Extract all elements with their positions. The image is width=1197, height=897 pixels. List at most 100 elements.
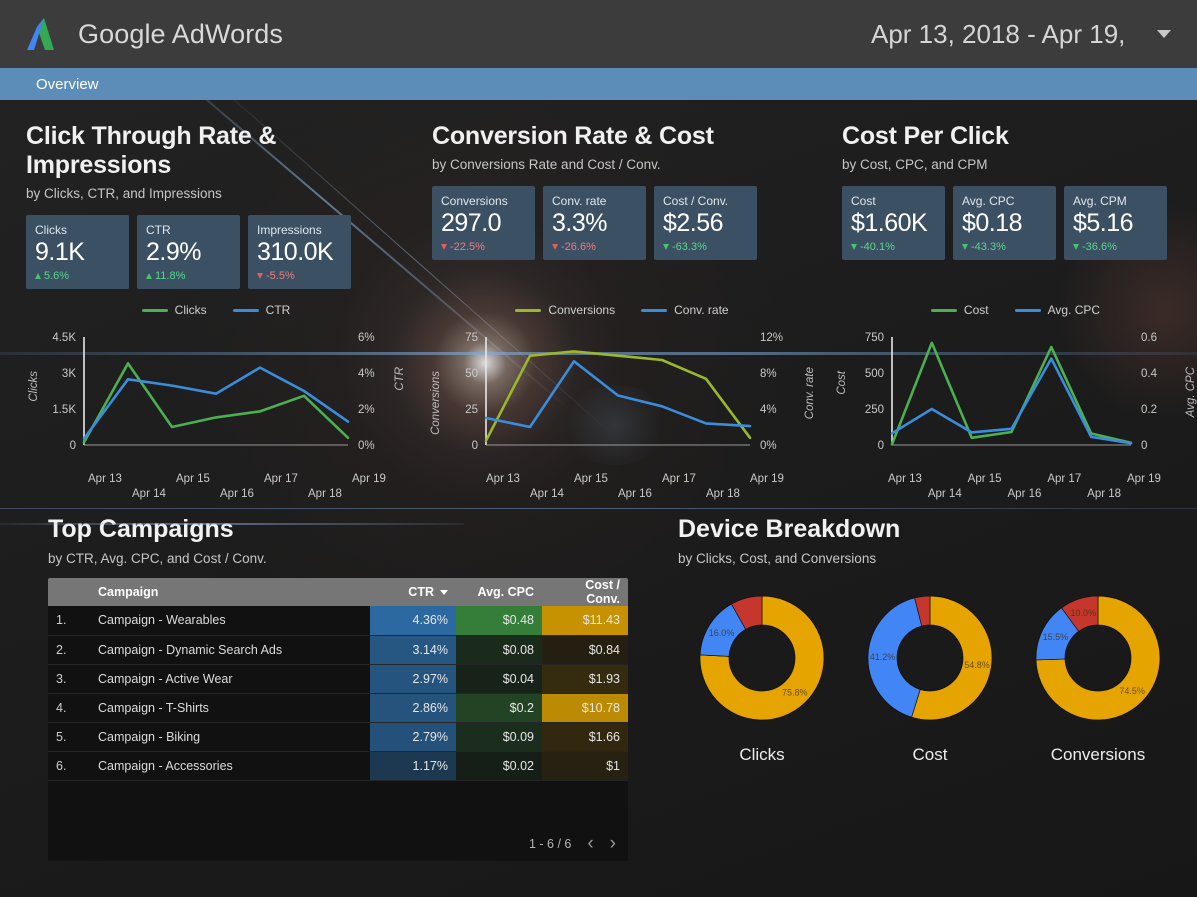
- cell-ctr: 3.14%: [370, 635, 456, 665]
- donut-clicks[interactable]: 75.8% 16.0% Clicks: [678, 592, 846, 765]
- section-subtitle: by Cost, CPC, and CPM: [842, 157, 988, 172]
- legend-item[interactable]: CTR: [232, 303, 290, 317]
- chevron-left-icon[interactable]: ‹: [587, 834, 593, 853]
- cell-campaign-name: Campaign - Accessories: [90, 751, 370, 781]
- x-tick-label: Apr 19: [352, 473, 386, 485]
- metrics-row: Click Through Rate & Impressions by Clic…: [0, 100, 1197, 289]
- y-axis-label-right: CTR: [394, 367, 406, 391]
- y-axis-label-right: Avg. CPC: [1185, 367, 1197, 418]
- dashboard-page: Google AdWords Apr 13, 2018 - Apr 19, 20…: [0, 0, 1197, 897]
- cell-cost-per-conv: $1.93: [542, 664, 628, 694]
- svg-text:4%: 4%: [760, 404, 777, 416]
- chart-clicks-ctr[interactable]: Clicks CTR Clicks CTR 0 1.5K 3K 4.5K 0% 2% 4% 6…: [0, 303, 406, 505]
- scorecard-ctr[interactable]: CTR 2.9% 11.8%: [137, 215, 240, 289]
- section-subtitle: by Clicks, CTR, and Impressions: [26, 186, 222, 201]
- chevron-right-icon[interactable]: ›: [610, 834, 616, 853]
- lens-flare-streak: [0, 508, 1197, 509]
- x-tick-label: Apr 13: [888, 473, 922, 485]
- scorecard-value: $1.60K: [851, 209, 928, 237]
- column-cost-conv[interactable]: Cost / Conv.: [542, 578, 628, 606]
- legend-item[interactable]: Conv. rate: [641, 303, 729, 317]
- tab-overview[interactable]: Overview: [36, 76, 99, 93]
- legend-swatch: [232, 308, 259, 312]
- arrow-down-icon: [552, 244, 558, 250]
- x-tick-label: Apr 16: [1007, 488, 1042, 500]
- table-row[interactable]: 1. Campaign - Wearables 4.36% $0.48 $11.43: [48, 606, 628, 636]
- nav-bar: Overview: [0, 68, 1197, 100]
- section-cost-per-click: Cost Per Click by Cost, CPC, and CPM Cos…: [816, 122, 1197, 289]
- chart-legend: Conversions Conv. rate: [428, 303, 816, 317]
- panel-subtitle: by CTR, Avg. CPC, and Cost / Conv.: [48, 551, 267, 566]
- svg-text:0.4: 0.4: [1141, 368, 1158, 380]
- chart-conversions-rate[interactable]: Conversions Conv. rate Conversions Conv.…: [406, 303, 816, 505]
- donut-slice-label: 16.0%: [709, 628, 735, 638]
- column-ctr[interactable]: CTR: [370, 578, 456, 606]
- donut-label: Clicks: [739, 745, 785, 764]
- legend-swatch: [641, 308, 668, 312]
- cell-avg-cpc: $0.09: [456, 722, 542, 752]
- cell-ctr: 4.36%: [370, 606, 456, 636]
- donut-conversions[interactable]: 74.5% 15.5% 10.0% Conversions: [1014, 592, 1182, 765]
- table-row[interactable]: 4. Campaign - T-Shirts 2.86% $0.2 $10.78: [48, 693, 628, 723]
- column-avg-cpc[interactable]: Avg. CPC: [456, 578, 542, 606]
- legend-item[interactable]: Conversions: [515, 303, 615, 317]
- donut-slice-label: 15.5%: [1043, 632, 1069, 642]
- scorecard-delta: -26.6%: [552, 241, 637, 253]
- table-row[interactable]: 3. Campaign - Active Wear 2.97% $0.04 $1.93: [48, 664, 628, 694]
- scorecard-impressions[interactable]: Impressions 310.0K -5.5%: [248, 215, 351, 289]
- sort-caret-icon[interactable]: [440, 590, 448, 596]
- donut-cost[interactable]: 54.8% 41.2% Cost: [846, 592, 1014, 765]
- legend-swatch: [515, 308, 542, 312]
- scorecard-value: $5.16: [1073, 209, 1134, 237]
- scorecard-clicks[interactable]: Clicks 9.1K 5.6%: [26, 215, 129, 289]
- chart-cost-cpc[interactable]: Cost Avg. CPC Cost Avg. CPC 0 250 500 750 0 0…: [816, 303, 1197, 505]
- x-tick-label: Apr 13: [88, 473, 122, 485]
- scorecard-conversions[interactable]: Conversions 297.0 -22.5%: [432, 186, 535, 260]
- cell-ctr: 2.97%: [370, 664, 456, 694]
- scorecard-group: Cost $1.60K -40.1% Avg. CPC $0.18 -43.3%…: [842, 186, 1197, 260]
- cell-campaign-name: Campaign - Wearables: [90, 606, 370, 636]
- chart-legend: Cost Avg. CPC: [834, 303, 1197, 317]
- table-row[interactable]: 2. Campaign - Dynamic Search Ads 3.14% $0.0…: [48, 635, 628, 665]
- scorecard-cost[interactable]: Cost $1.60K -40.1%: [842, 186, 945, 260]
- legend-item[interactable]: Avg. CPC: [1014, 303, 1100, 317]
- x-tick-label: Apr 16: [220, 488, 254, 500]
- app-header: Google AdWords Apr 13, 2018 - Apr 19, 20…: [0, 0, 1197, 68]
- cell-avg-cpc: $0.04: [456, 664, 542, 694]
- section-subtitle: by Conversions Rate and Cost / Conv.: [432, 157, 661, 172]
- donut-slice-label: 74.5%: [1119, 686, 1145, 696]
- adwords-logo-icon: [24, 14, 64, 54]
- campaigns-table: Campaign CTR Avg. CPC Cost / Conv. 1. Cam…: [48, 578, 628, 781]
- cell-avg-cpc: $0.48: [456, 606, 542, 636]
- legend-item[interactable]: Cost: [930, 303, 989, 317]
- scorecard-avg-cpm[interactable]: Avg. CPM $5.16 -36.6%: [1064, 186, 1167, 260]
- x-tick-label: Apr 17: [264, 473, 298, 485]
- chevron-down-icon[interactable]: [1157, 30, 1171, 38]
- table-row[interactable]: 6. Campaign - Accessories 1.17% $0.02 $1: [48, 751, 628, 781]
- legend-item[interactable]: Clicks: [141, 303, 207, 317]
- scorecard-conv-rate[interactable]: Conv. rate 3.3% -26.6%: [543, 186, 646, 260]
- x-tick-label: Apr 19: [750, 473, 784, 485]
- column-campaign[interactable]: Campaign: [90, 578, 370, 606]
- scorecard-label: Cost / Conv.: [663, 194, 729, 208]
- date-range-selector[interactable]: Apr 13, 2018 - Apr 19, 2018: [871, 19, 1197, 50]
- scorecard-cost-per-conv[interactable]: Cost / Conv. $2.56 -63.3%: [654, 186, 757, 260]
- x-axis-ticks: Apr 13 Apr 14 Apr 15 Apr 16 Apr 17 Apr 18 Apr …: [834, 473, 1197, 505]
- cell-campaign-name: Campaign - Dynamic Search Ads: [90, 635, 370, 665]
- cell-campaign-name: Campaign - T-Shirts: [90, 693, 370, 723]
- legend-label: Conversions: [548, 303, 616, 317]
- x-tick-label: Apr 15: [574, 473, 608, 485]
- cell-avg-cpc: $0.08: [456, 635, 542, 665]
- scorecard-delta: -43.3%: [962, 241, 1047, 253]
- svg-text:0: 0: [70, 440, 76, 452]
- scorecard-avg-cpc[interactable]: Avg. CPC $0.18 -43.3%: [953, 186, 1056, 260]
- scorecard-label: Avg. CPC: [962, 194, 1015, 208]
- x-tick-label: Apr 14: [132, 488, 166, 500]
- legend-label: Cost: [963, 303, 989, 317]
- arrow-down-icon: [663, 244, 669, 250]
- section-conversion-rate: Conversion Rate & Cost by Conversions Ra…: [406, 122, 816, 289]
- section-title: Conversion Rate & Cost: [432, 122, 714, 150]
- table-row[interactable]: 5. Campaign - Biking 2.79% $0.09 $1.66: [48, 722, 628, 752]
- y-axis-label-left: Cost: [836, 371, 848, 395]
- x-tick-label: Apr 17: [662, 473, 696, 485]
